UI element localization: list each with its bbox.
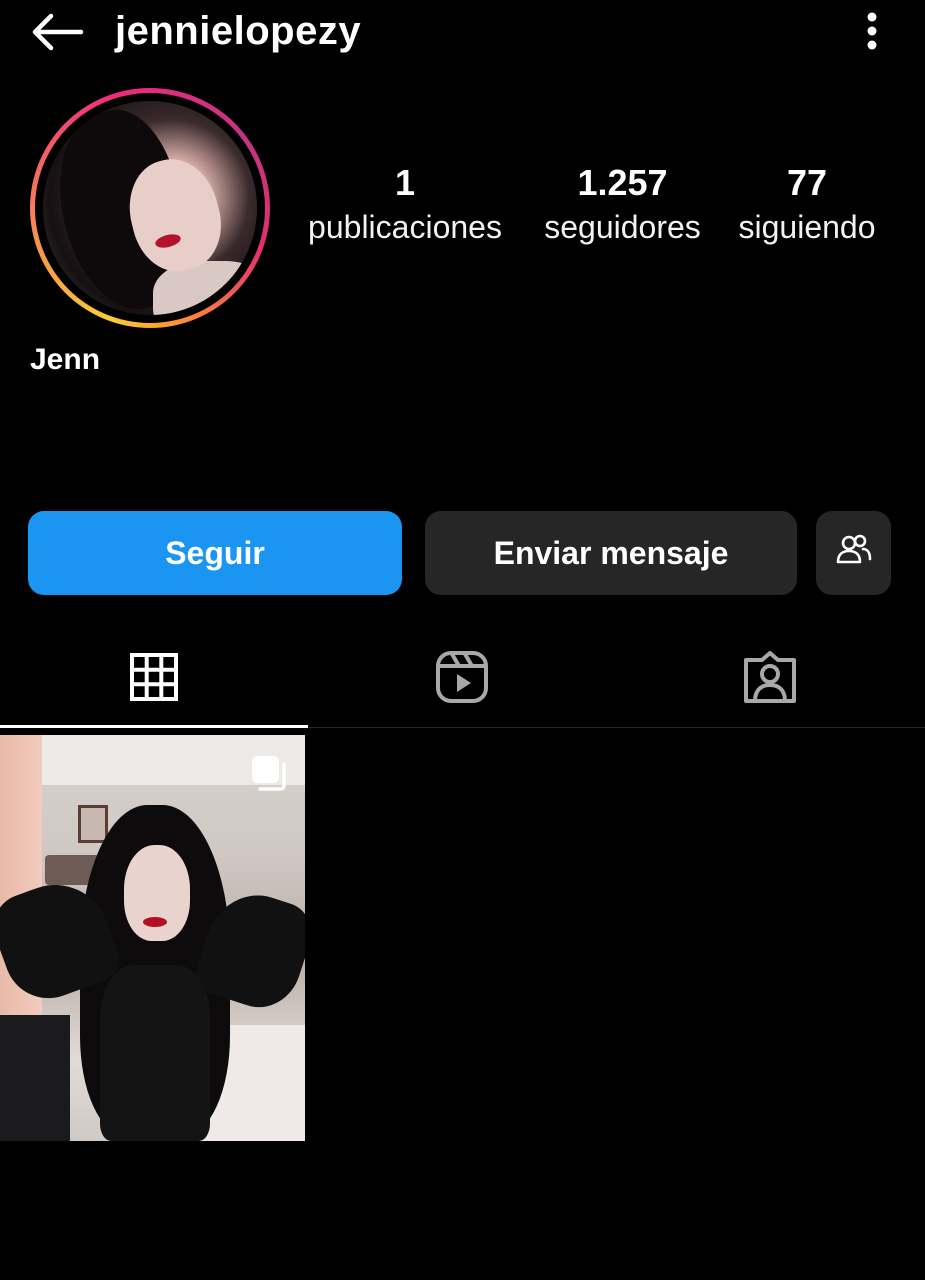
following-label: siguiendo xyxy=(738,209,876,245)
more-options-icon[interactable] xyxy=(857,8,887,54)
avatar xyxy=(43,101,257,315)
followers-label: seguidores xyxy=(544,209,701,245)
stat-followers[interactable]: 1.257 seguidores xyxy=(530,160,715,248)
followers-count: 1.257 xyxy=(577,162,668,203)
posts-count: 1 xyxy=(394,162,416,203)
people-icon xyxy=(835,532,873,574)
carousel-icon xyxy=(249,753,289,793)
tab-reels[interactable] xyxy=(308,630,616,728)
profile-username: jennielopezy xyxy=(115,9,362,53)
follow-button[interactable]: Seguir xyxy=(28,511,402,595)
suggested-accounts-button[interactable] xyxy=(816,511,891,595)
avatar-story-ring[interactable] xyxy=(30,88,270,328)
following-count: 77 xyxy=(786,162,828,203)
reels-icon xyxy=(435,650,489,709)
profile-stats: 1 publicaciones 1.257 seguidores 77 sigu… xyxy=(290,160,895,260)
profile-tabs xyxy=(0,630,925,728)
tab-tagged[interactable] xyxy=(616,630,924,728)
stat-posts[interactable]: 1 publicaciones xyxy=(290,160,520,248)
stat-following[interactable]: 77 siguiendo xyxy=(722,160,892,248)
post-thumbnail[interactable] xyxy=(0,735,305,1141)
tab-grid[interactable] xyxy=(0,630,308,728)
top-bar: jennielopezy xyxy=(0,0,925,64)
display-name: Jenn xyxy=(30,343,101,376)
active-tab-indicator xyxy=(0,725,308,728)
posts-label: publicaciones xyxy=(308,209,502,245)
grid-icon xyxy=(129,652,179,707)
back-arrow-icon[interactable] xyxy=(28,8,86,56)
send-message-button[interactable]: Enviar mensaje xyxy=(425,511,797,595)
tagged-person-icon xyxy=(743,650,797,709)
